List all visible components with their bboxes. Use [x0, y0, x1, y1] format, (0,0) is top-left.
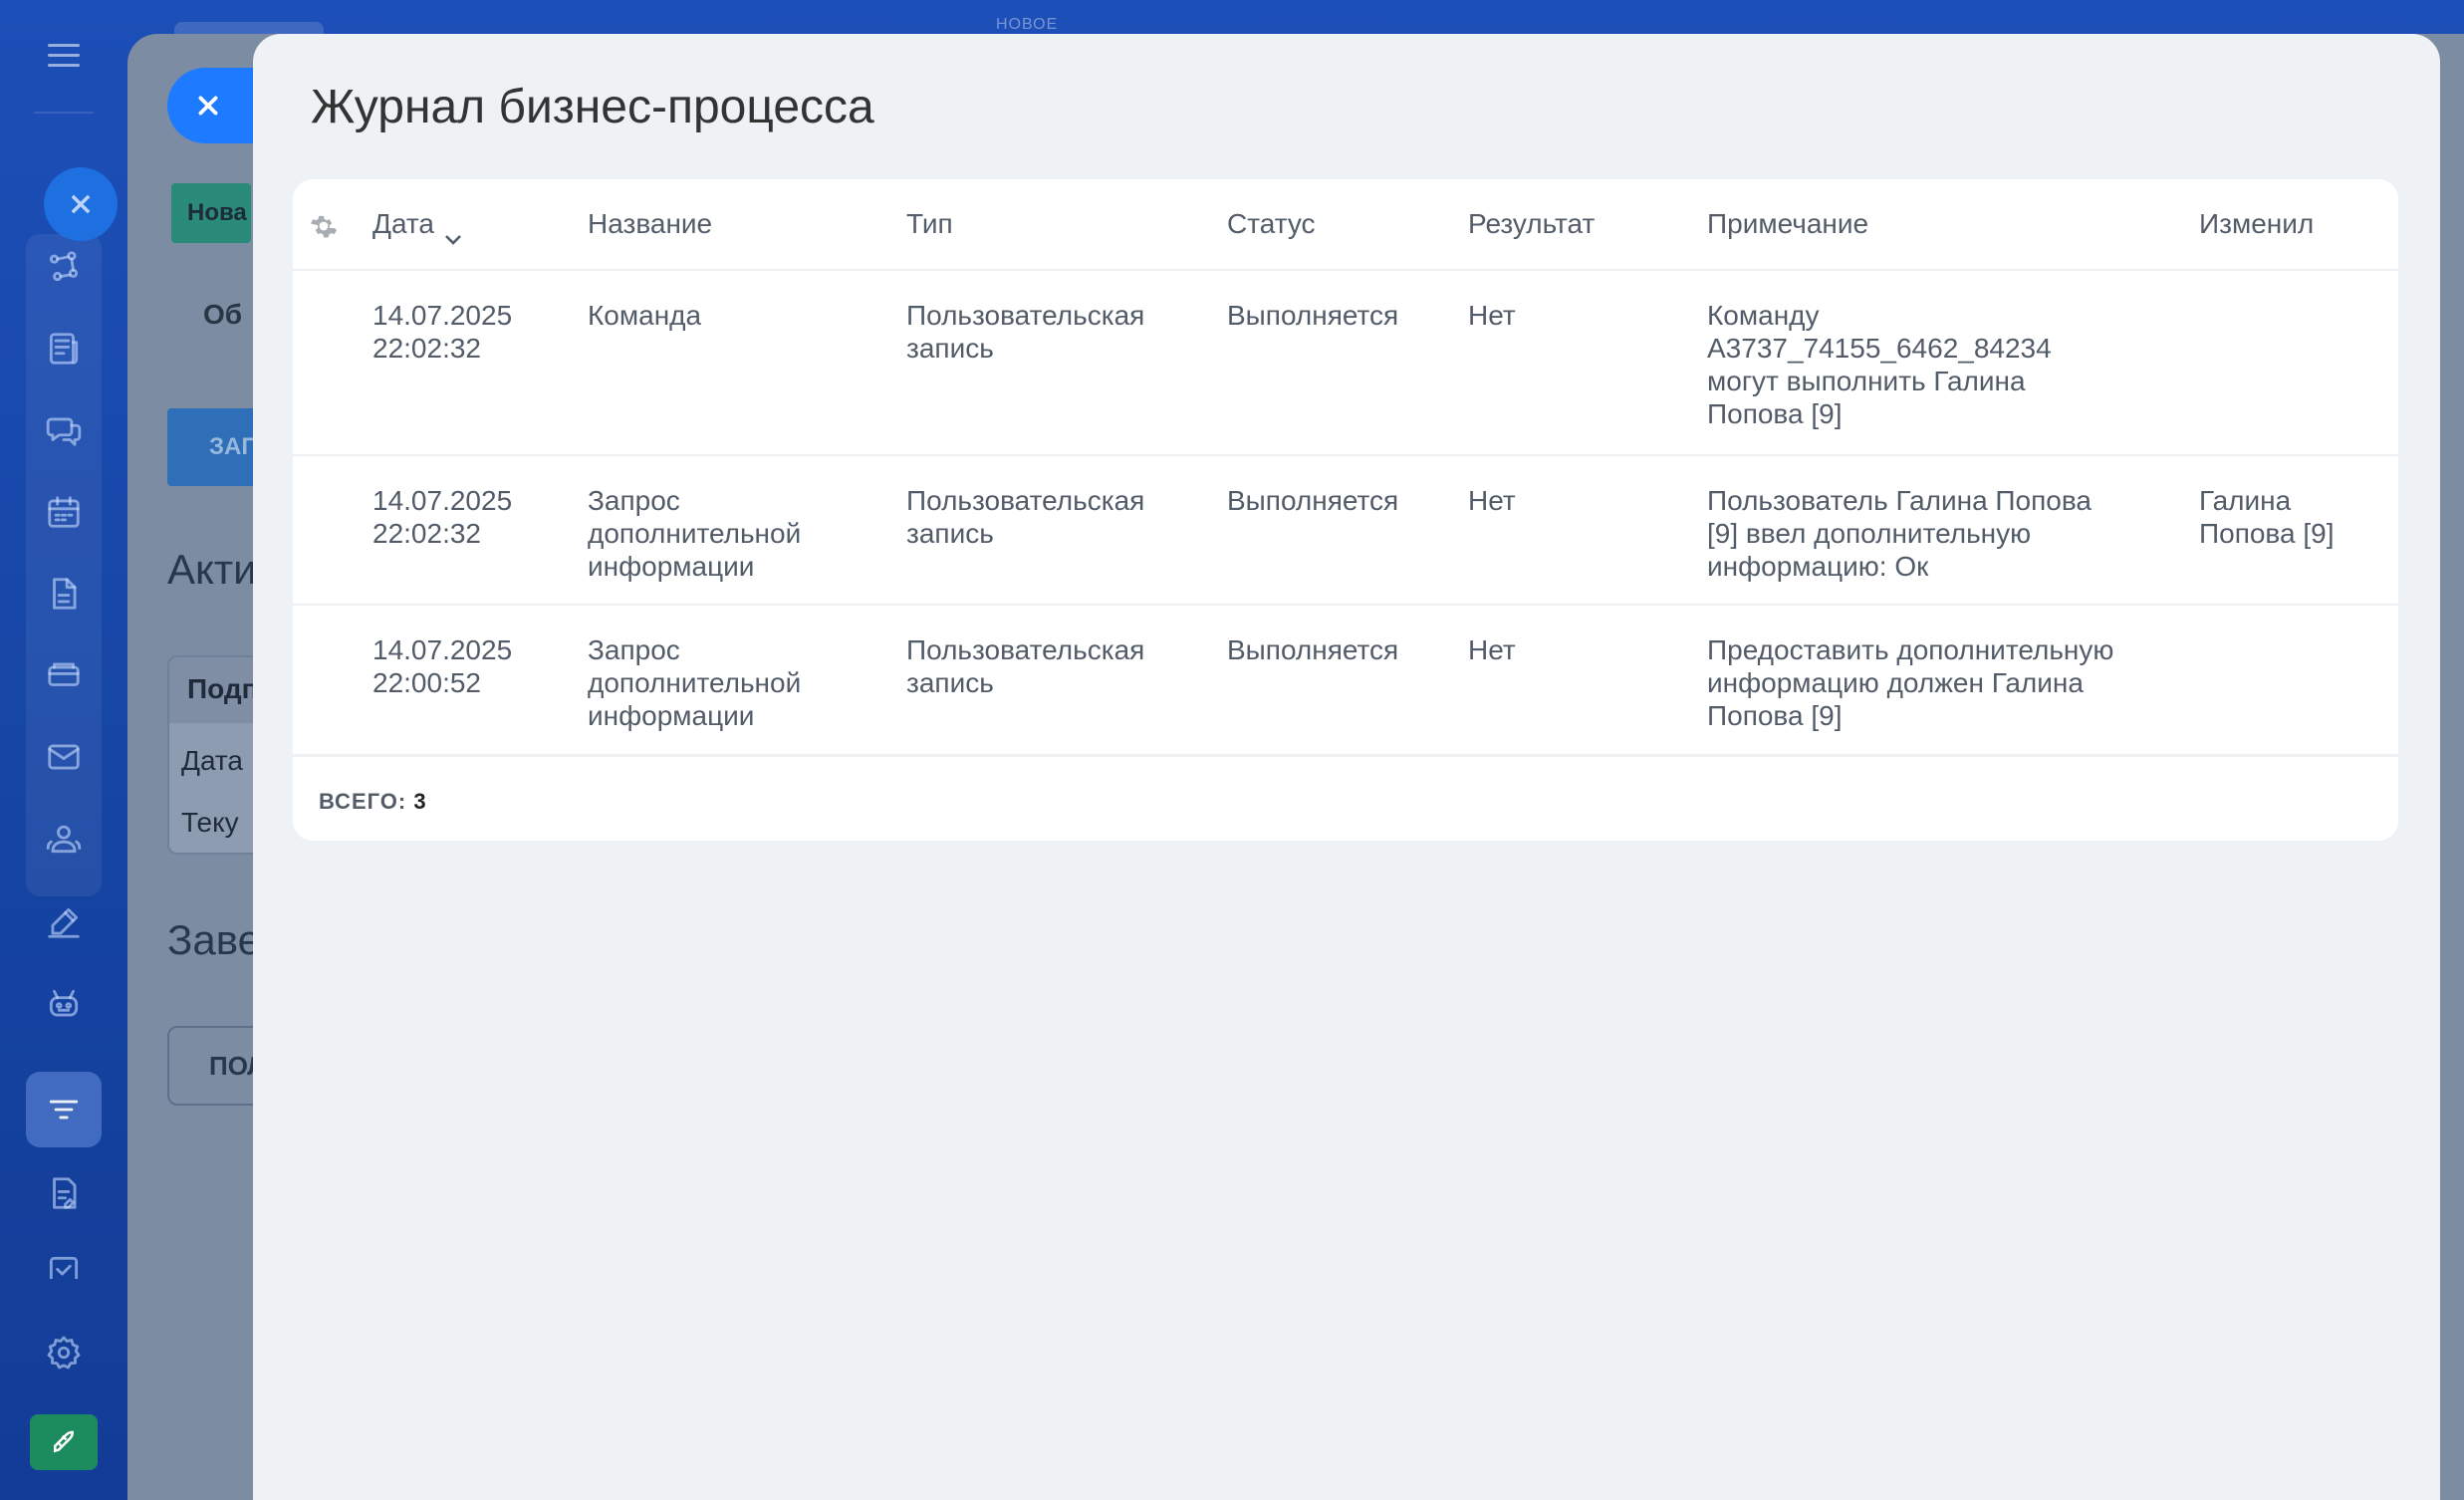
cell-name: Запрос дополнительной информации — [588, 633, 801, 732]
check-icon[interactable] — [38, 1249, 90, 1279]
table-row[interactable]: 14.07.2025 22:02:32 Запрос дополнительно… — [293, 456, 2398, 606]
cell-type: Пользовательская запись — [906, 633, 1144, 699]
cell-note-line: Команду — [1707, 300, 1820, 331]
column-header-status[interactable]: Статус — [1227, 207, 1316, 240]
cell-name-line: дополнительной — [588, 667, 802, 698]
settings-icon[interactable] — [38, 1327, 90, 1378]
cell-note: Предоставить дополнительную информацию д… — [1707, 633, 2113, 732]
cell-note-line: могут выполнить Галина — [1707, 366, 2026, 396]
crm-filter-icon[interactable] — [26, 1072, 102, 1147]
cell-note-line: Предоставить дополнительную — [1707, 634, 2114, 665]
background-section-activity: Акти — [167, 546, 257, 593]
cell-note-line: информацию: Ок — [1707, 551, 1929, 582]
column-header-modified-by[interactable]: Изменил — [2199, 207, 2314, 240]
cell-type-line: запись — [906, 333, 994, 364]
cell-modified-by[interactable]: Галина Попова [9] — [2199, 484, 2334, 550]
cell-result: Нет — [1468, 300, 1516, 331]
cell-modified-by-line: Галина — [2199, 485, 2292, 516]
column-header-date-label: Дата — [372, 208, 435, 239]
mail-icon[interactable] — [38, 731, 90, 783]
robot-icon[interactable] — [38, 978, 90, 1030]
background-card: Подп Дата Теку — [167, 655, 267, 855]
tasks-icon[interactable] — [38, 1167, 90, 1219]
hamburger-icon[interactable] — [48, 44, 80, 68]
business-process-log-slider: Журнал бизнес-процесса Дата Название Тип… — [253, 34, 2440, 1500]
column-header-name[interactable]: Название — [588, 207, 712, 240]
column-header-note[interactable]: Примечание — [1707, 207, 1868, 240]
table-header: Дата Название Тип Статус Результат Приме… — [293, 179, 2398, 271]
cell-name: Запрос дополнительной информации — [588, 484, 801, 583]
cell-note-line: A3737_74155_6462_84234 — [1707, 333, 2052, 364]
table-row[interactable]: 14.07.2025 22:00:52 Запрос дополнительно… — [293, 606, 2398, 757]
background-button: ЗАГ — [167, 408, 267, 486]
cell-result: Нет — [1468, 634, 1516, 665]
cell-type-line: Пользовательская — [906, 634, 1145, 665]
total-count-label: ВСЕГО: — [319, 789, 407, 814]
background-close-icon — [44, 167, 118, 241]
cell-note-line: [9] ввел дополнительную — [1707, 518, 2032, 549]
cell-type-line: Пользовательская — [906, 485, 1145, 516]
background-card-header: Подп — [169, 657, 265, 723]
funnel-icon[interactable] — [38, 241, 90, 293]
cell-note-line: Пользователь Галина Попова — [1707, 485, 2092, 516]
document-icon[interactable] — [38, 568, 90, 620]
background-stage-badge: Нова — [171, 183, 251, 243]
card-icon[interactable] — [38, 649, 90, 701]
background-card-line: Теку — [181, 807, 239, 838]
column-header-result[interactable]: Результат — [1468, 207, 1595, 240]
cell-date-time: 22:00:52 — [372, 667, 481, 698]
chat-icon[interactable] — [38, 404, 90, 456]
cell-status: Выполняется — [1227, 485, 1399, 516]
cell-note: Пользователь Галина Попова [9] ввел допо… — [1707, 484, 2092, 583]
page-title: Журнал бизнес-процесса — [311, 81, 874, 133]
total-count-value: 3 — [413, 789, 427, 814]
rocket-icon[interactable] — [30, 1414, 98, 1470]
cell-date: 14.07.2025 22:00:52 — [372, 633, 512, 699]
cell-type-line: Пользовательская — [906, 300, 1145, 331]
cell-name: Команда — [588, 300, 702, 331]
cell-date-time: 22:02:32 — [372, 333, 481, 364]
total-count: ВСЕГО: 3 — [319, 789, 427, 815]
cell-result: Нет — [1468, 485, 1516, 516]
background-card-line: Дата — [181, 745, 244, 776]
cell-date-time: 22:02:32 — [372, 518, 481, 549]
sidebar-divider — [34, 112, 94, 114]
background-section-completed: Заве — [167, 916, 257, 963]
calendar-icon[interactable] — [38, 486, 90, 538]
background-top-label: НОВОЕ — [996, 16, 1059, 33]
cell-name-line: информации — [588, 700, 755, 731]
log-grid: Дата Название Тип Статус Результат Приме… — [293, 179, 2398, 841]
gear-icon[interactable] — [309, 211, 339, 241]
cell-name-line: дополнительной — [588, 518, 802, 549]
cell-type-line: запись — [906, 518, 994, 549]
cell-note-line: Попова [9] — [1707, 700, 1843, 731]
cell-date-day: 14.07.2025 — [372, 634, 513, 665]
sign-icon[interactable] — [38, 896, 90, 948]
cell-note-line: Попова [9] — [1707, 398, 1843, 429]
cell-status: Выполняется — [1227, 634, 1399, 665]
contacts-icon[interactable] — [38, 813, 90, 865]
table-row[interactable]: 14.07.2025 22:02:32 Команда Пользователь… — [293, 271, 2398, 456]
news-icon[interactable] — [38, 323, 90, 375]
cell-type: Пользовательская запись — [906, 299, 1144, 365]
cell-type: Пользовательская запись — [906, 484, 1144, 550]
column-header-date[interactable]: Дата — [372, 207, 462, 245]
cell-note: Команду A3737_74155_6462_84234 могут вып… — [1707, 299, 2052, 430]
cell-note-line: информацию должен Галина — [1707, 667, 2084, 698]
cell-type-line: запись — [906, 667, 994, 698]
cell-date: 14.07.2025 22:02:32 — [372, 299, 512, 365]
cell-status: Выполняется — [1227, 300, 1399, 331]
cell-name-line: Запрос — [588, 485, 680, 516]
cell-name-line: информации — [588, 551, 755, 582]
background-button-2: ПОЛ — [167, 1026, 267, 1106]
cell-date-day: 14.07.2025 — [372, 300, 513, 331]
close-icon — [198, 96, 218, 116]
chevron-down-icon — [444, 220, 462, 245]
cell-name-line: Запрос — [588, 634, 680, 665]
cell-date-day: 14.07.2025 — [372, 485, 513, 516]
cell-date: 14.07.2025 22:02:32 — [372, 484, 512, 550]
column-header-type[interactable]: Тип — [906, 207, 953, 240]
cell-modified-by-line: Попова [9] — [2199, 518, 2335, 549]
